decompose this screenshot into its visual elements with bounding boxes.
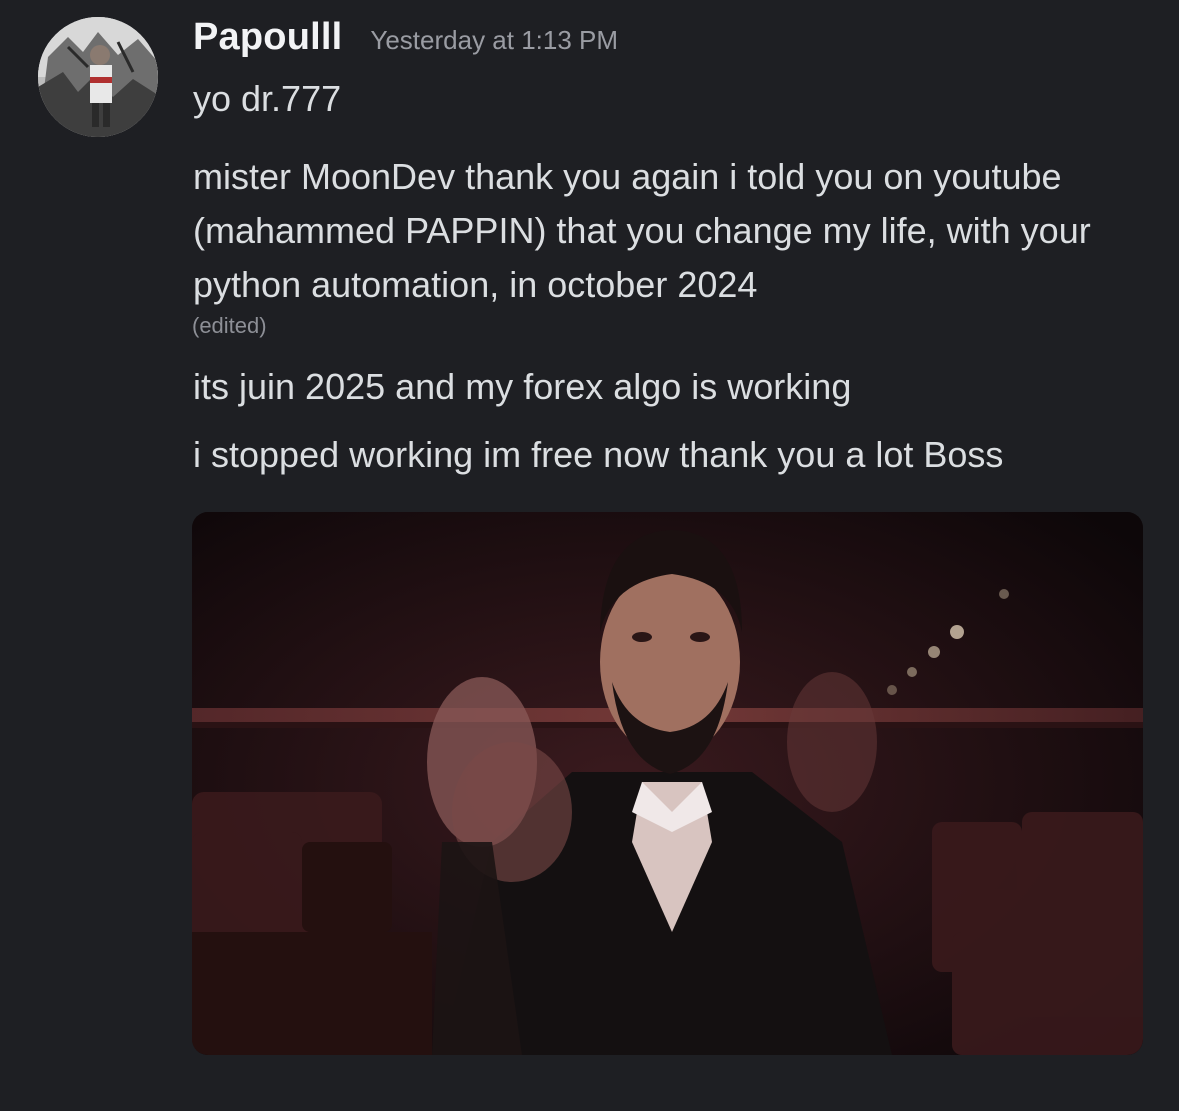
message-timestamp[interactable]: Yesterday at 1:13 PM — [370, 25, 618, 56]
username[interactable]: Papoulll — [193, 16, 342, 59]
gif-attachment[interactable] — [192, 512, 1143, 1055]
message-group: Papoulll Yesterday at 1:13 PM yo dr.777 … — [0, 0, 1179, 1111]
edited-label: (edited) — [192, 313, 267, 338]
gif-embed-image — [192, 512, 1143, 1055]
message-line-2: mister MoonDev thank you again i told yo… — [193, 156, 1091, 305]
message-line-3: its juin 2025 and my forex algo is worki… — [193, 366, 852, 407]
avatar-photo-icon — [38, 17, 158, 137]
message-line-4: i stopped working im free now thank you … — [193, 434, 1004, 475]
user-avatar[interactable] — [38, 17, 158, 137]
message-line-1: yo dr.777 — [193, 78, 342, 119]
message-header: Papoulll Yesterday at 1:13 PM — [193, 16, 618, 66]
